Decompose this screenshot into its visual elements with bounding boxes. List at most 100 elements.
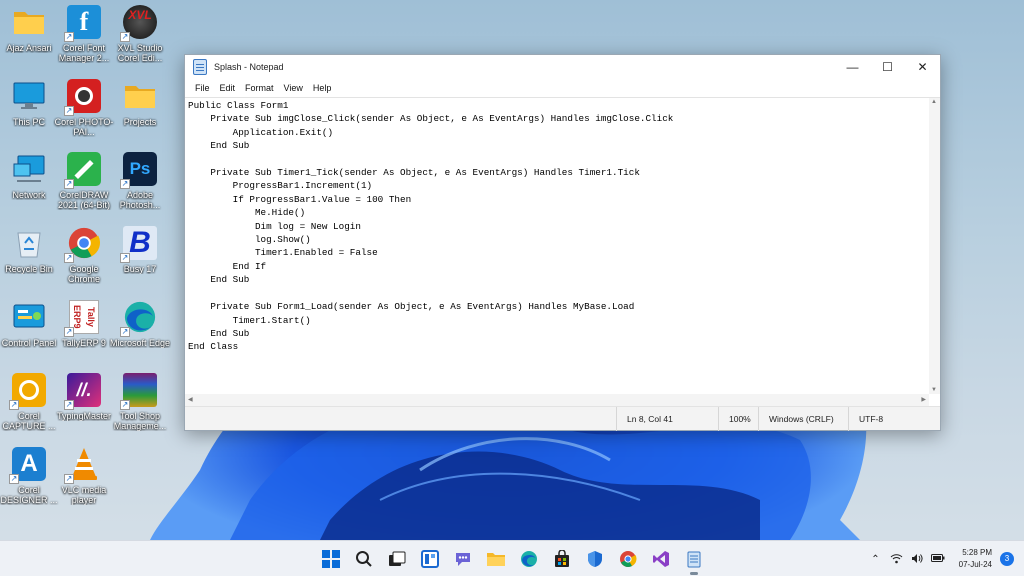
desktop-icon-label: TypingMaster (56, 411, 112, 421)
task-view-icon[interactable] (384, 546, 410, 572)
desktop-icon[interactable]: ↗ Microsoft Edge (109, 299, 171, 369)
desktop-icon-label: CorelDRAW 2021 (64-Bit) (57, 190, 111, 210)
widgets-icon[interactable] (417, 546, 443, 572)
line-ending: Windows (CRLF) (758, 407, 848, 431)
desktop-icon-label: Corel Font Manager 2... (58, 43, 110, 63)
menu-help[interactable]: Help (308, 83, 337, 93)
desktop-icon[interactable]: ↗ VLC media player (55, 446, 113, 516)
defender-icon[interactable] (582, 546, 608, 572)
scroll-up-arrow-icon[interactable]: ▲ (931, 99, 937, 105)
menu-view[interactable]: View (279, 83, 308, 93)
menu-file[interactable]: File (190, 83, 215, 93)
desktop-icon[interactable]: XVL ↗ XVL Studio Corel Edi... (111, 4, 169, 74)
corel-photo-paint-icon: ↗ (64, 78, 102, 116)
window-title: Splash - Notepad (214, 62, 284, 72)
desktop-icon-label: Busy 17 (123, 264, 157, 274)
winrar-icon: ↗ (120, 372, 158, 410)
chrome-icon[interactable] (615, 546, 641, 572)
menu-edit[interactable]: Edit (215, 83, 241, 93)
notepad-taskbar-icon[interactable] (681, 546, 707, 575)
desktop-icon-label: VLC media player (61, 485, 107, 505)
clock-time: 5:28 PM (962, 548, 992, 557)
scroll-right-arrow-icon[interactable]: ▶ (921, 396, 926, 403)
desktop-icon[interactable]: ↗ Google Chrome (55, 225, 113, 295)
shortcut-arrow-icon: ↗ (120, 32, 130, 42)
desktop-icon[interactable]: Tally ERP9 ↗ TallyERP 9 (55, 299, 113, 369)
battery-icon[interactable] (930, 553, 945, 565)
search-icon[interactable] (351, 546, 377, 572)
folder-icon (11, 4, 47, 40)
maximize-button[interactable]: ☐ (870, 55, 905, 79)
shortcut-arrow-icon: ↗ (64, 106, 74, 116)
shortcut-arrow-icon: ↗ (9, 400, 19, 410)
shortcut-arrow-icon: ↗ (120, 179, 130, 189)
encoding: UTF-8 (848, 407, 940, 431)
desktop-icon[interactable]: f ↗ Corel Font Manager 2... (55, 4, 113, 74)
desktop-icon-label: Google Chrome (67, 264, 100, 284)
vlc-icon: ↗ (64, 446, 102, 484)
notification-badge[interactable]: 3 (1000, 552, 1014, 566)
desktop-icon[interactable]: ↗ Tool Shop Manageme... (111, 372, 169, 442)
notepad-window[interactable]: Splash - Notepad — ☐ ✕ File Edit Format … (184, 54, 941, 431)
shortcut-arrow-icon: ↗ (120, 327, 130, 337)
wifi-icon[interactable] (890, 553, 903, 566)
shortcut-arrow-icon: ↗ (64, 253, 74, 263)
volume-icon[interactable] (911, 553, 923, 566)
zoom-level: 100% (718, 407, 758, 431)
editor-content[interactable]: Public Class Form1 Private Sub imgClose_… (188, 98, 928, 394)
vertical-scrollbar[interactable]: ▲ ▼ (929, 98, 940, 394)
photoshop-icon: Ps ↗ (120, 151, 158, 189)
desktop-icon-label: Projects (123, 117, 157, 127)
notepad-icon (193, 59, 207, 75)
scroll-left-arrow-icon[interactable]: ◀ (188, 396, 193, 403)
tally-icon: Tally ERP9 ↗ (64, 299, 102, 337)
shortcut-arrow-icon: ↗ (64, 327, 74, 337)
desktop-icon[interactable]: Projects (111, 78, 169, 148)
desktop-icon-label: Corel DESIGNER ... (0, 485, 58, 505)
chevron-up-icon[interactable]: ⌃ (871, 554, 879, 565)
corel-designer-icon: A ↗ (9, 446, 47, 484)
teams-chat-icon[interactable] (450, 546, 476, 572)
menu-format[interactable]: Format (240, 83, 279, 93)
visual-studio-icon[interactable] (648, 546, 674, 572)
desktop-icon-label: This PC (12, 117, 45, 127)
desktop-icon[interactable]: Ajaz Ansari (0, 4, 58, 74)
desktop-icon[interactable]: Ps ↗ Adobe Photosh... (111, 151, 169, 221)
desktop-icon[interactable]: ↗ CorelDRAW 2021 (64-Bit) (55, 151, 113, 221)
desktop-icon[interactable]: Network (0, 151, 58, 221)
xvl-studio-icon: XVL ↗ (120, 4, 158, 42)
cursor-position: Ln 8, Col 41 (616, 407, 718, 431)
desktop-icon[interactable]: This PC (0, 78, 58, 148)
desktop-icon[interactable]: //. ↗ TypingMaster (55, 372, 113, 442)
desktop-icon[interactable]: Recycle Bin (0, 225, 58, 295)
desktop-icon[interactable]: ↗ Corel PHOTO-PAI... (55, 78, 113, 148)
desktop-icon-label: Control Panel (1, 338, 57, 348)
network-icon (11, 151, 47, 187)
store-icon[interactable] (549, 546, 575, 572)
desktop-icon-label: Microsoft Edge (109, 338, 171, 348)
scroll-down-arrow-icon[interactable]: ▼ (931, 387, 937, 393)
horizontal-scrollbar[interactable]: ◀ ▶ (185, 394, 929, 406)
desktop-icon-label: Adobe Photosh... (119, 190, 161, 210)
desktop-icon[interactable]: ↗ Corel CAPTURE ... (0, 372, 58, 442)
desktop-icon[interactable]: Control Panel (0, 299, 58, 369)
close-button[interactable]: ✕ (905, 55, 940, 79)
edge-icon[interactable] (516, 546, 542, 572)
desktop-icon-label: Ajaz Ansari (6, 43, 52, 53)
desktop-icon[interactable]: A ↗ Corel DESIGNER ... (0, 446, 58, 516)
coreldraw-icon: ↗ (64, 151, 102, 189)
shortcut-arrow-icon: ↗ (64, 179, 74, 189)
system-tray: ⌃ 5:28 PM 07-Jul-24 3 (871, 541, 1014, 576)
taskbar: ⌃ 5:28 PM 07-Jul-24 3 (0, 540, 1024, 576)
this-pc-icon (11, 78, 47, 114)
shortcut-arrow-icon: ↗ (120, 253, 130, 263)
shortcut-arrow-icon: ↗ (64, 474, 74, 484)
desktop-icon[interactable]: B ↗ Busy 17 (111, 225, 169, 295)
windows-start-icon[interactable] (318, 546, 344, 572)
title-bar[interactable]: Splash - Notepad — ☐ ✕ (185, 55, 940, 79)
file-explorer-icon[interactable] (483, 546, 509, 572)
minimize-button[interactable]: — (835, 55, 870, 79)
desktop-icon-label: Network (12, 190, 46, 200)
text-editor[interactable]: Public Class Form1 Private Sub imgClose_… (185, 97, 940, 406)
clock[interactable]: 5:28 PM 07-Jul-24 (959, 547, 992, 571)
